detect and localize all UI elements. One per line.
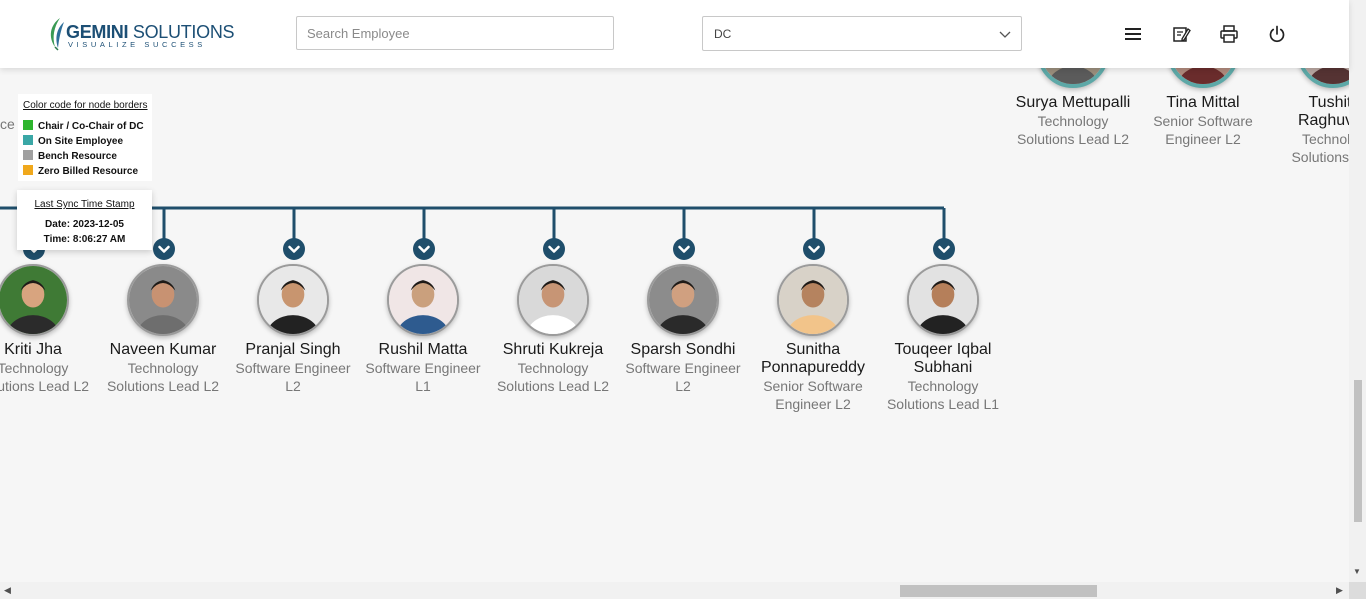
legend-item-onsite: On Site Employee — [23, 135, 123, 147]
scroll-down-arrow-icon[interactable]: ▼ — [1353, 567, 1361, 576]
employee-name: Pranjal Singh — [245, 341, 341, 358]
legend-heading: Color code for node borders — [23, 100, 148, 111]
employee-name: Sunitha Ponnapureddy — [760, 341, 866, 376]
chevron-down-icon — [158, 245, 170, 253]
employee-avatar[interactable] — [387, 264, 459, 336]
employee-avatar[interactable] — [517, 264, 589, 336]
employee-node[interactable]: Rushil Matta Software Engineer L1 — [358, 238, 488, 418]
expand-toggle[interactable] — [543, 238, 565, 260]
department-dropdown[interactable]: DC — [702, 16, 1022, 51]
employee-designation: Senior Software Engineer L2 — [763, 378, 863, 412]
logo-text: GEMINI SOLUTIONS — [66, 22, 235, 42]
employee-node[interactable]: Pranjal Singh Software Engineer L2 — [228, 238, 358, 418]
partial-cutoff-text: ce — [0, 116, 15, 132]
search-employee-input[interactable] — [296, 16, 614, 50]
employee-designation: Software Engineer L2 — [625, 360, 741, 394]
expand-toggle[interactable] — [413, 238, 435, 260]
employee-node[interactable]: Sparsh Sondhi Software Engineer L2 — [618, 238, 748, 418]
logo-tagline: VISUALIZE SUCCESS — [68, 40, 206, 49]
legend-item-zero-billed: Zero Billed Resource — [23, 165, 138, 177]
expand-toggle[interactable] — [673, 238, 695, 260]
employee-name: Tina Mittal — [1166, 94, 1240, 111]
printer-icon[interactable] — [1219, 24, 1239, 44]
employee-avatar[interactable] — [907, 264, 979, 336]
sync-heading: Last Sync Time Stamp — [34, 199, 135, 210]
horizontal-scrollbar[interactable]: ◀ ▶ — [0, 582, 1349, 599]
employee-designation: Software Engineer L1 — [365, 360, 481, 394]
chevron-down-icon — [288, 245, 300, 253]
employee-designation: Senior Software Engineer L2 — [1153, 113, 1253, 147]
employee-designation: Technology Solutions Lead L2 — [0, 360, 90, 394]
employee-node[interactable]: Tushit RaghuvaTechnolo Solutions Le — [1268, 68, 1349, 178]
employee-avatar[interactable] — [1167, 68, 1239, 88]
top-bar: GEMINI SOLUTIONS VISUALIZE SUCCESS DC — [0, 0, 1349, 68]
employee-avatar[interactable] — [1037, 68, 1109, 88]
last-sync-timestamp-box: Last Sync Time Stamp Date: 2023-12-05 Ti… — [17, 190, 152, 250]
employee-name: Naveen Kumar — [109, 341, 217, 358]
scroll-right-arrow-icon[interactable]: ▶ — [1336, 585, 1343, 596]
expand-toggle[interactable] — [933, 238, 955, 260]
employee-node[interactable]: Surya Mettupalli Technology Solutions Lea… — [1008, 68, 1138, 178]
employee-node[interactable]: Shruti Kukreja Technology Solutions Lead … — [488, 238, 618, 418]
employee-avatar[interactable] — [257, 264, 329, 336]
chevron-down-icon — [938, 245, 950, 253]
employee-node[interactable]: Touqeer Iqbal Subhani Technology Solution… — [878, 238, 1008, 418]
org-chart-canvas[interactable]: ce Surya Mettupalli Technology Solutions … — [0, 68, 1349, 582]
power-icon[interactable] — [1267, 24, 1287, 44]
company-logo[interactable]: GEMINI SOLUTIONS VISUALIZE SUCCESS — [46, 17, 235, 51]
chevron-down-icon — [548, 245, 560, 253]
chevron-down-icon — [808, 245, 820, 253]
swatch-teal — [23, 135, 33, 145]
expand-toggle[interactable] — [153, 238, 175, 260]
swatch-orange — [23, 165, 33, 175]
leaf-logo-icon — [50, 18, 64, 51]
chevron-down-icon — [678, 245, 690, 253]
clipboard-edit-icon[interactable] — [1171, 24, 1191, 44]
dropdown-selected-value: DC — [714, 27, 732, 41]
swatch-green — [23, 120, 33, 130]
employee-designation: Technolo Solutions Le — [1291, 131, 1349, 165]
swatch-grey — [23, 150, 33, 160]
chevron-down-icon — [999, 31, 1011, 38]
hamburger-icon[interactable] — [1123, 24, 1143, 44]
employee-designation: Software Engineer L2 — [235, 360, 351, 394]
employee-avatar[interactable] — [127, 264, 199, 336]
employee-node[interactable]: Sunitha Ponnapureddy Senior Software Engi… — [748, 238, 878, 418]
employee-designation: Technology Solutions Lead L1 — [886, 378, 1000, 412]
legend-item-chair: Chair / Co-Chair of DC — [23, 120, 144, 132]
scrollbar-corner — [1349, 582, 1366, 599]
employee-avatar[interactable] — [0, 264, 69, 336]
sync-time: Time: 8:06:27 AM — [43, 234, 126, 245]
employee-avatar[interactable] — [1297, 68, 1349, 88]
employee-name: Touqeer Iqbal Subhani — [894, 341, 992, 376]
employee-name: Tushit Raghuva — [1297, 94, 1349, 129]
employee-avatar[interactable] — [647, 264, 719, 336]
node-border-color-legend: Color code for node borders Chair / Co-C… — [18, 94, 152, 181]
employee-designation: Technology Solutions Lead L2 — [496, 360, 610, 394]
sync-date: Date: 2023-12-05 — [45, 219, 124, 230]
employee-designation: Technology Solutions Lead L2 — [106, 360, 220, 394]
vertical-scroll-thumb[interactable] — [1354, 380, 1362, 522]
chevron-down-icon — [418, 245, 430, 253]
employee-name: Rushil Matta — [378, 341, 468, 358]
vertical-scrollbar[interactable]: ▼ — [1349, 0, 1366, 582]
employee-name: Sparsh Sondhi — [630, 341, 736, 358]
employee-avatar[interactable] — [777, 264, 849, 336]
expand-toggle[interactable] — [803, 238, 825, 260]
employee-node[interactable]: Kriti Jha Technology Solutions Lead L2 — [0, 238, 98, 418]
horizontal-scroll-thumb[interactable] — [900, 585, 1097, 597]
employee-node[interactable]: Tina Mittal Senior Software Engineer L2 — [1138, 68, 1268, 178]
scroll-left-arrow-icon[interactable]: ◀ — [4, 585, 11, 596]
employee-name: Surya Mettupalli — [1015, 94, 1131, 111]
employee-designation: Technology Solutions Lead L2 — [1016, 113, 1130, 147]
legend-item-bench: Bench Resource — [23, 150, 117, 162]
employee-name: Kriti Jha — [4, 341, 62, 358]
expand-toggle[interactable] — [283, 238, 305, 260]
employee-node[interactable]: Naveen Kumar Technology Solutions Lead L2 — [98, 238, 228, 418]
employee-name: Shruti Kukreja — [502, 341, 604, 358]
